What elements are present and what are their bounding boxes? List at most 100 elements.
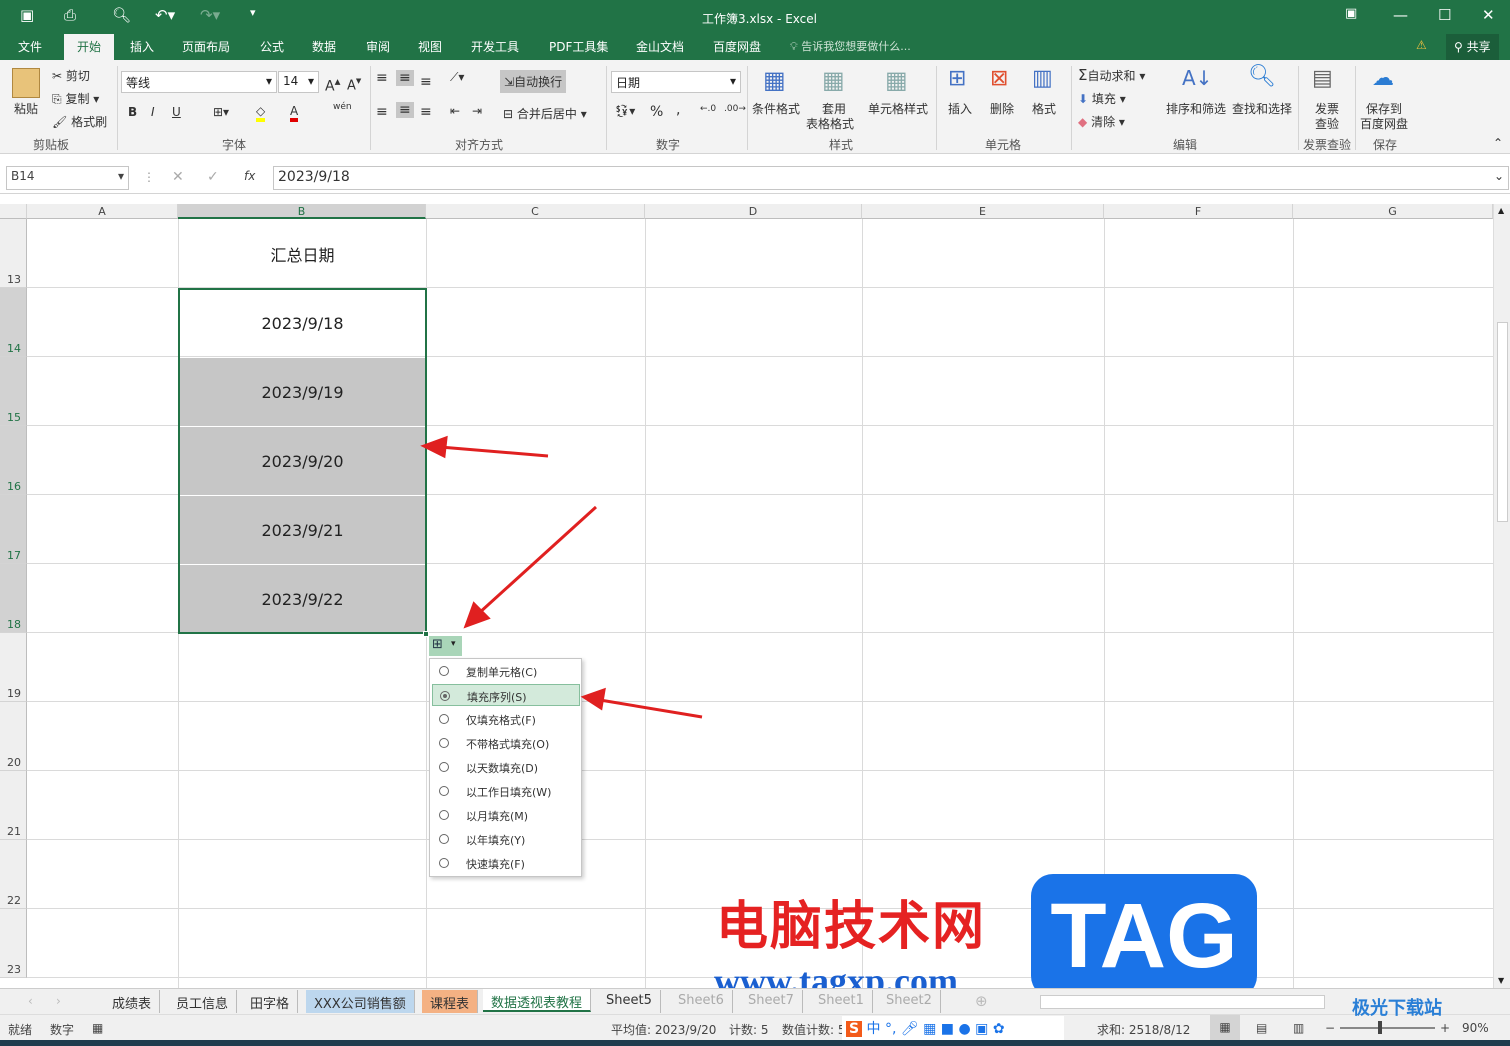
sheet-tab[interactable]: Sheet2: [878, 990, 941, 1013]
ime-toolbar[interactable]: S 中 °, 🎤︎ ▦ ■ ● ▣ ✿: [842, 1016, 1064, 1040]
row-header-23[interactable]: 23: [0, 909, 27, 978]
decrease-font-icon[interactable]: A▾: [347, 74, 361, 93]
align-right-icon[interactable]: ≡: [420, 104, 432, 120]
row-header-21[interactable]: 21: [0, 771, 27, 840]
row-header-18[interactable]: 18: [0, 564, 27, 633]
tab-pdf[interactable]: PDF工具集: [549, 38, 608, 55]
autofill-option[interactable]: 仅填充格式(F): [432, 708, 580, 730]
fill-color-icon[interactable]: ◇: [256, 104, 266, 122]
maximize-icon[interactable]: ☐: [1438, 6, 1451, 24]
align-bottom-icon[interactable]: ≡: [420, 74, 432, 90]
column-header-d[interactable]: D: [645, 204, 862, 219]
radio-icon[interactable]: [440, 691, 450, 701]
copy-button[interactable]: ⎘ 复制 ▾: [52, 90, 99, 107]
comma-button[interactable]: ,: [676, 102, 680, 118]
zoom-out-icon[interactable]: −: [1325, 1021, 1335, 1035]
autofill-option[interactable]: 复制单元格(C): [432, 660, 580, 682]
insert-function-button[interactable]: fx: [244, 169, 255, 183]
radio-icon[interactable]: [439, 714, 449, 724]
print-preview-icon[interactable]: ⎙: [64, 6, 76, 24]
insert-cells-button[interactable]: 插入: [948, 100, 972, 117]
phonetic-icon[interactable]: wén: [333, 102, 352, 112]
tab-review[interactable]: 审阅: [366, 38, 390, 55]
sheet-tab[interactable]: XXX公司销售额: [306, 990, 415, 1013]
clear-button[interactable]: ◆ 清除 ▾: [1078, 113, 1125, 130]
align-center-icon[interactable]: ≡: [396, 102, 414, 118]
autofill-option[interactable]: 填充序列(S): [432, 684, 580, 706]
tell-me-search[interactable]: 💡︎ 告诉我您想要做什么...: [790, 38, 911, 54]
sheet-tab[interactable]: 员工信息: [168, 990, 238, 1013]
paste-icon[interactable]: [12, 68, 40, 98]
row-header-17[interactable]: 17: [0, 495, 27, 564]
sort-filter-button[interactable]: 排序和筛选: [1166, 100, 1226, 117]
cut-button[interactable]: ✂ 剪切: [52, 67, 90, 84]
preview-icon[interactable]: 🔍︎: [112, 6, 131, 24]
share-button[interactable]: ⚲ 共享: [1446, 34, 1499, 60]
radio-icon[interactable]: [439, 738, 449, 748]
tab-formulas[interactable]: 公式: [260, 38, 284, 55]
zoom-level[interactable]: 90%: [1462, 1021, 1489, 1035]
redo-icon[interactable]: ↷▾: [200, 6, 220, 24]
warning-icon[interactable]: ⚠: [1416, 38, 1427, 52]
radio-icon[interactable]: [439, 786, 449, 796]
sheet-tab[interactable]: Sheet5: [598, 990, 661, 1013]
row-header-14[interactable]: 14: [0, 288, 27, 357]
italic-button[interactable]: I: [151, 105, 155, 119]
sheet-tab[interactable]: 成绩表: [104, 990, 161, 1013]
sheet-tab[interactable]: 田字格: [242, 990, 299, 1013]
collapse-ribbon-icon[interactable]: ⌃: [1493, 136, 1503, 150]
delete-cells-button[interactable]: 删除: [990, 100, 1014, 117]
sheet-tab[interactable]: Sheet1: [810, 990, 873, 1013]
autofill-option[interactable]: 以月填充(M): [432, 804, 580, 826]
cell-styles-button[interactable]: 单元格样式: [868, 100, 928, 117]
sheet-tab[interactable]: 数据透视表教程: [483, 989, 592, 1012]
normal-view-icon[interactable]: ▦: [1210, 1015, 1240, 1041]
wrap-text-button[interactable]: ⇲自动换行: [500, 70, 567, 93]
autofill-option[interactable]: 快速填充(F): [432, 852, 580, 874]
tab-developer[interactable]: 开发工具: [471, 38, 519, 55]
page-layout-view-icon[interactable]: ▤: [1256, 1021, 1267, 1035]
formula-input[interactable]: 2023/9/18 ⌄: [273, 166, 1509, 190]
horizontal-scrollbar[interactable]: [1040, 995, 1325, 1009]
row-header-22[interactable]: 22: [0, 840, 27, 909]
zoom-slider-thumb[interactable]: [1378, 1021, 1382, 1034]
row-header-13[interactable]: 13: [0, 219, 27, 288]
zoom-in-icon[interactable]: +: [1440, 1021, 1450, 1035]
tab-file[interactable]: 文件: [18, 38, 42, 55]
tab-insert[interactable]: 插入: [130, 38, 154, 55]
prev-sheet-icon[interactable]: ‹: [28, 994, 33, 1008]
select-all-corner[interactable]: [0, 204, 27, 219]
autofill-option[interactable]: 不带格式填充(O): [432, 732, 580, 754]
font-size-select[interactable]: 14 ▾: [278, 71, 319, 93]
tab-view[interactable]: 视图: [418, 38, 442, 55]
minimize-icon[interactable]: —: [1393, 6, 1408, 24]
expand-formula-icon[interactable]: ⌄: [1494, 169, 1504, 183]
tab-baidu[interactable]: 百度网盘: [713, 38, 761, 55]
column-header-b[interactable]: B: [178, 204, 426, 219]
find-select-button[interactable]: 查找和选择: [1232, 100, 1292, 117]
worksheet-grid[interactable]: A B C D E F G 13 14 15 16 17 18 19 20 21 22 23 汇总日…: [0, 204, 1493, 988]
column-header-c[interactable]: C: [426, 204, 645, 219]
autosum-button[interactable]: Σ自动求和 ▾: [1078, 66, 1145, 84]
autofill-option[interactable]: 以工作日填充(W): [432, 780, 580, 802]
format-painter-button[interactable]: 🖌︎ 格式刷: [52, 113, 107, 130]
row-header-20[interactable]: 20: [0, 702, 27, 771]
sheet-tab[interactable]: Sheet6: [670, 990, 733, 1013]
name-box[interactable]: B14 ▾: [6, 166, 129, 190]
increase-decimal-icon[interactable]: ←.0: [700, 104, 716, 114]
customize-qa-icon[interactable]: ▾: [250, 6, 256, 19]
format-cells-button[interactable]: 格式: [1032, 100, 1056, 117]
align-left-icon[interactable]: ≡: [376, 104, 388, 120]
column-header-f[interactable]: F: [1104, 204, 1293, 219]
scroll-up-icon[interactable]: ▲: [1498, 206, 1504, 215]
row-header-15[interactable]: 15: [0, 357, 27, 426]
radio-icon[interactable]: [439, 666, 449, 676]
scroll-thumb[interactable]: [1497, 322, 1508, 522]
row-header-19[interactable]: 19: [0, 633, 27, 702]
zoom-slider[interactable]: [1340, 1021, 1435, 1034]
orientation-icon[interactable]: ⟋▾: [450, 70, 464, 85]
enter-icon[interactable]: ✓: [207, 169, 219, 185]
align-top-icon[interactable]: ≡: [376, 70, 388, 86]
radio-icon[interactable]: [439, 810, 449, 820]
increase-font-icon[interactable]: A▴: [325, 74, 340, 95]
